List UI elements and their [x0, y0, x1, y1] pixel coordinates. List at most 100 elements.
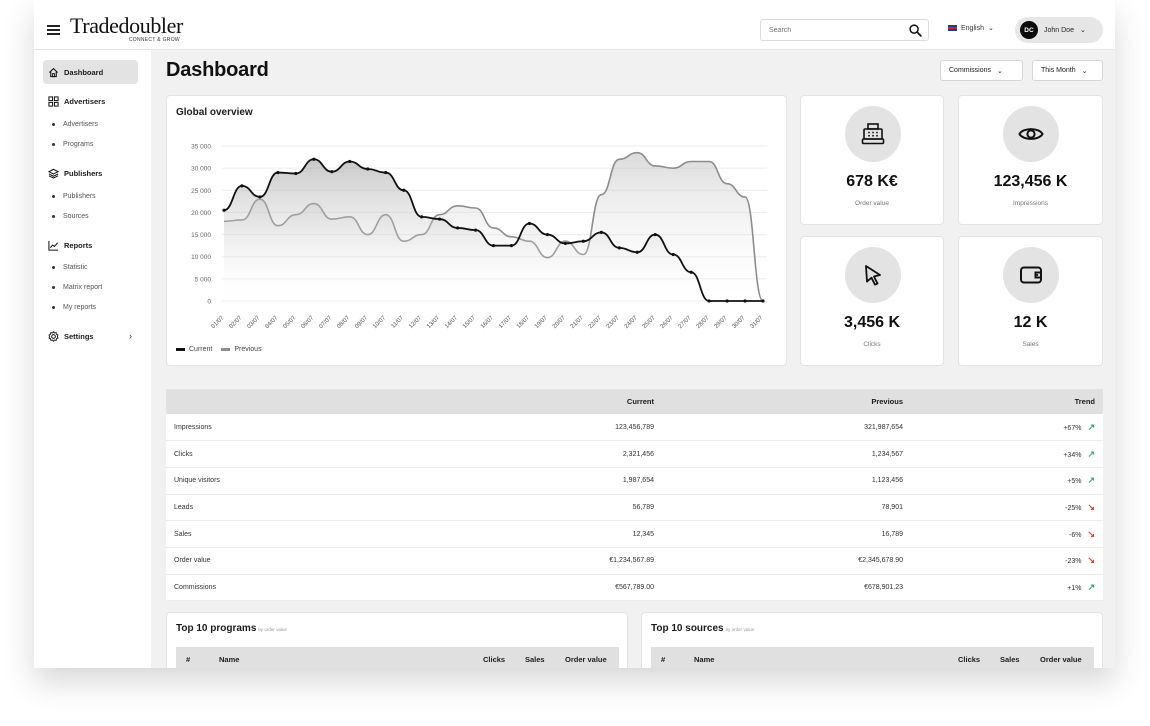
data-point-current — [473, 228, 478, 232]
x-tick-label: 24/07 — [624, 315, 639, 330]
trend-cell: -23% ↘ — [911, 547, 1103, 575]
data-point-current — [276, 170, 280, 175]
metric-dropdown[interactable]: Commissions ⌄ — [940, 60, 1023, 81]
x-tick-label: 07/07 — [318, 315, 333, 330]
data-point-current — [455, 226, 460, 230]
data-point-current — [707, 299, 711, 303]
user-menu[interactable]: DC John Doe ⌄ — [1015, 17, 1103, 43]
search-input[interactable] — [769, 23, 899, 37]
table-row: Clicks 2,321,456 1,234,567 +34% ↗ — [166, 440, 1103, 468]
search-icon[interactable] — [909, 24, 922, 37]
avatar: DC — [1020, 21, 1038, 39]
x-tick-label: 18/07 — [516, 315, 531, 330]
sidebar-subitem-sources[interactable]: Sources — [52, 213, 89, 220]
sidebar-subitem-programs[interactable]: Programs — [52, 141, 93, 148]
y-tick-label: 10 000 — [191, 254, 211, 261]
top-sources-table-header: # Name Clicks Sales Order value — [651, 647, 1094, 668]
x-tick-label: 20/07 — [552, 315, 567, 330]
data-point-current — [599, 230, 603, 234]
kpi-card-sales[interactable]: 12 K Sales — [958, 236, 1103, 366]
trend-down-icon: ↘ — [1087, 555, 1095, 566]
column-header[interactable]: Clicks — [483, 655, 505, 664]
current-value: 2,321,456 — [427, 440, 662, 468]
current-value: €1,234,567.89 — [427, 547, 662, 575]
sidebar-subitem-matrix-report[interactable]: Matrix report — [52, 284, 102, 291]
current-value: 1,987,654 — [427, 467, 662, 495]
column-header[interactable]: Current — [427, 389, 662, 414]
column-header[interactable]: Sales — [525, 655, 545, 664]
data-point-current — [240, 184, 244, 188]
data-point-current — [761, 299, 765, 303]
language-selector[interactable]: English ⌄ — [948, 24, 994, 32]
column-header[interactable]: Name — [219, 655, 239, 664]
table-row: Leads 56,789 78,901 -25% ↘ — [166, 494, 1103, 522]
sidebar-subitem-statistic[interactable]: Statistic — [52, 264, 88, 271]
top-programs-heading: Top 10 programs — [176, 623, 257, 634]
data-point-current — [258, 195, 262, 199]
x-tick-label: 22/07 — [588, 315, 603, 330]
sidebar-subitem-advertisers[interactable]: Advertisers — [52, 121, 98, 128]
x-tick-label: 21/07 — [570, 315, 585, 330]
data-point-current — [725, 299, 729, 303]
trend-down-icon: ↘ — [1087, 528, 1095, 539]
data-point-current — [438, 217, 442, 221]
data-point-current — [402, 188, 406, 192]
top-sources-heading: Top 10 sources — [651, 623, 724, 634]
column-header[interactable]: Sales — [1000, 655, 1020, 664]
sidebar-subitem-publishers[interactable]: Publishers — [52, 193, 96, 200]
x-tick-label: 27/07 — [678, 315, 693, 330]
sidebar-subitem-my-reports[interactable]: My reports — [52, 304, 96, 311]
x-tick-label: 03/07 — [246, 315, 261, 330]
app-window: Tradedoubler CONNECT & GROW English ⌄ DC… — [34, 0, 1115, 668]
kpi-card-impressions[interactable]: 123,456 K Impressions — [958, 95, 1103, 225]
data-point-current — [384, 170, 388, 175]
top-sources-title: Top 10 sources by order value — [651, 623, 754, 634]
x-tick-label: 14/07 — [444, 315, 459, 330]
sidebar-item-label: Reports — [64, 240, 93, 250]
data-point-current — [527, 221, 532, 226]
home-icon — [48, 67, 59, 78]
column-header[interactable]: Trend — [911, 389, 1103, 414]
column-header[interactable]: Clicks — [958, 655, 980, 664]
x-tick-label: 15/07 — [462, 315, 477, 330]
sidebar-item-dashboard[interactable]: Dashboard — [43, 60, 138, 84]
top-programs-table-header: # Name Clicks Sales Order value — [176, 647, 619, 668]
x-tick-label: 08/07 — [336, 315, 351, 330]
current-value: 56,789 — [427, 494, 662, 522]
chevron-down-icon: ⌄ — [987, 25, 994, 32]
data-point-current — [671, 252, 675, 257]
kpi-value: 678 K€ — [846, 173, 898, 190]
chevron-down-icon: ⌄ — [1079, 27, 1086, 34]
chevron-down-icon: ⌄ — [1081, 67, 1088, 75]
kpi-value: 3,456 K — [843, 314, 901, 331]
sidebar-item-advertisers[interactable]: Advertisers — [43, 89, 138, 113]
data-point-current — [743, 299, 747, 303]
logo-text: Tradedoubler — [70, 13, 183, 38]
sidebar-item-label: Settings — [64, 331, 94, 341]
sidebar-item-reports[interactable]: Reports — [43, 233, 138, 257]
sidebar-item-settings[interactable]: Settings — [43, 324, 138, 348]
data-point-current — [617, 246, 621, 250]
trend-value: +1% — [1067, 584, 1082, 592]
layers-icon — [48, 168, 59, 179]
column-header[interactable]: Order value — [1040, 655, 1082, 664]
column-header — [166, 389, 427, 414]
sidebar-item-publishers[interactable]: Publishers — [43, 161, 138, 185]
kpi-label: Order value — [855, 200, 889, 207]
current-value: €567,789.00 — [427, 574, 662, 602]
chevron-right-icon[interactable]: › — [129, 331, 132, 341]
kpi-card-clicks[interactable]: 3,456 K Clicks — [800, 236, 944, 366]
x-tick-label: 28/07 — [696, 315, 711, 330]
kpi-card-order-value[interactable]: 678 K€ Order value — [800, 95, 944, 225]
column-header[interactable]: Order value — [565, 655, 607, 664]
x-tick-label: 01/07 — [211, 315, 226, 330]
column-header[interactable]: Name — [694, 655, 714, 664]
column-header[interactable]: Previous — [662, 389, 911, 414]
menu-icon[interactable] — [47, 25, 60, 35]
logo[interactable]: Tradedoubler CONNECT & GROW — [70, 13, 183, 44]
previous-value: 16,789 — [662, 520, 911, 548]
trend-up-icon: ↗ — [1087, 421, 1095, 432]
top-programs-title: Top 10 programs by order value — [176, 623, 287, 634]
global-overview-card: Global overview 35 000 30 000 25 000 20 000… — [166, 95, 787, 366]
period-dropdown[interactable]: This Month ⌄ — [1032, 60, 1103, 81]
